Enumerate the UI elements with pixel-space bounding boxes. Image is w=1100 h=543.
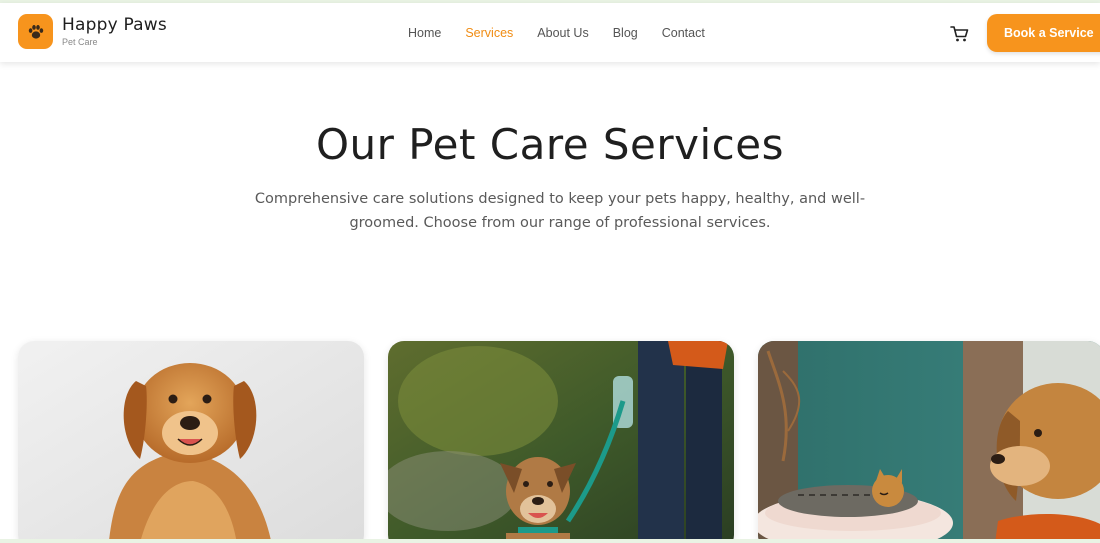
nav-item-about-us[interactable]: About Us xyxy=(537,25,588,41)
brand-name: Happy Paws xyxy=(62,15,167,35)
service-card-2[interactable] xyxy=(388,341,734,543)
dog-walking-photo xyxy=(388,341,734,543)
nav-item-contact[interactable]: Contact xyxy=(662,25,705,41)
golden-retriever-photo xyxy=(18,341,364,543)
paw-icon xyxy=(18,14,53,49)
bottom-border xyxy=(0,539,1100,543)
page-title: Our Pet Care Services xyxy=(316,120,784,169)
service-card-3[interactable] xyxy=(758,341,1100,543)
cart-icon[interactable] xyxy=(950,25,970,43)
page-description: Comprehensive care solutions designed to… xyxy=(254,191,866,231)
logo[interactable]: Happy Paws Pet Care xyxy=(18,14,167,49)
main-nav: Home Services About Us Blog Contact xyxy=(408,25,729,41)
cat-and-dog-photo xyxy=(758,341,1100,543)
brand-tagline: Pet Care xyxy=(62,37,98,47)
service-card-1[interactable] xyxy=(18,341,364,543)
site-header: Happy Paws Pet Care Home Services About … xyxy=(0,3,1100,62)
nav-item-home[interactable]: Home xyxy=(408,25,441,41)
nav-item-services[interactable]: Services xyxy=(465,25,513,41)
book-service-button[interactable]: Book a Service xyxy=(987,14,1100,52)
nav-item-blog[interactable]: Blog xyxy=(613,25,638,41)
